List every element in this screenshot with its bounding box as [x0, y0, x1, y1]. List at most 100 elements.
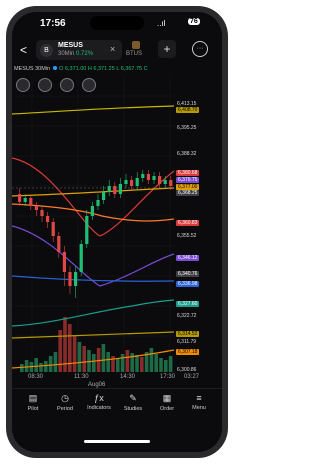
settings-tool-icon[interactable]	[82, 78, 96, 92]
volume-bar	[34, 358, 38, 372]
time-tick: 11:30	[74, 374, 89, 380]
tab-mesus[interactable]: B MESUS 30Min 0.72% ×	[36, 40, 122, 60]
candle-body	[146, 174, 150, 180]
volume-bar	[159, 358, 163, 372]
volume-bar	[77, 342, 82, 372]
candle-body	[141, 174, 145, 178]
chart-grid	[12, 76, 174, 376]
candle-body	[102, 192, 106, 200]
nav-indicators[interactable]: ƒx Indicators	[84, 393, 114, 411]
volume-bar	[164, 360, 168, 372]
tab-btus-label: BTUS	[126, 51, 143, 57]
tab-btus[interactable]: BTUS	[126, 40, 150, 60]
top-toolbar: < B MESUS 30Min 0.72% × BTUS + ···	[12, 38, 222, 64]
volume-bar	[154, 354, 158, 372]
candle-body	[107, 186, 111, 192]
price-chart[interactable]: 6,413.15 6,408.70 6,395.25 6,388.32 6,380.68…	[12, 76, 222, 406]
candle-countdown: 03:27	[184, 374, 200, 380]
clock: 17:56	[40, 18, 66, 29]
volume-bar	[149, 348, 154, 372]
status-bar: 17:56 ..ıl 76	[12, 12, 222, 36]
nav-pilot[interactable]: ▤ Pilot	[18, 393, 48, 412]
price-label: 6,340.76	[176, 271, 200, 277]
price-label: 6,379.75	[176, 177, 200, 183]
volume-bar	[116, 358, 120, 372]
price-label: 6,311.79	[177, 339, 197, 345]
candle-body	[46, 216, 50, 222]
price-label: 6,336.98	[176, 281, 200, 287]
candle-body	[96, 200, 100, 206]
candle-body	[118, 184, 122, 194]
price-label: 6,346.12	[176, 255, 200, 261]
volume-bars	[20, 317, 173, 372]
volume-bar	[140, 357, 144, 372]
volume-bar	[39, 363, 43, 372]
nav-label: Studies	[123, 406, 143, 412]
volume-bar	[72, 336, 77, 372]
candle-body	[68, 272, 72, 286]
nav-period[interactable]: ◷ Period	[50, 393, 80, 412]
price-label: 6,380.68	[176, 170, 200, 176]
move-tool-icon[interactable]	[38, 78, 52, 92]
price-label: 6,307.18	[176, 349, 200, 355]
back-button[interactable]: <	[20, 43, 27, 57]
price-label: 6,355.52	[177, 233, 197, 239]
volume-bar	[82, 346, 86, 372]
price-label: 6,408.70	[176, 107, 200, 113]
order-icon: ▦	[162, 393, 172, 403]
candle-body	[158, 176, 162, 184]
candle-body	[152, 176, 156, 180]
price-label: 6,395.25	[177, 125, 197, 131]
btus-icon	[132, 41, 140, 49]
add-tab-button[interactable]: +	[158, 40, 176, 58]
volume-bar	[168, 356, 173, 372]
nav-label: Pilot	[27, 406, 39, 412]
info-dot-icon	[52, 66, 57, 70]
ohlc-info-bar: MESUS 30Min O 6,371.00 H 6,371.25 L 6,36…	[14, 66, 220, 76]
app-screen: 17:56 ..ıl 76 < B MESUS 30Min 0.72% × BT…	[12, 12, 222, 452]
candle-body	[79, 244, 83, 272]
bottom-nav: ▤ Pilot ◷ Period ƒx Indicators ✎ Studies ▦ Or…	[12, 388, 222, 429]
price-label: 6,322.72	[177, 313, 197, 319]
volume-bar	[92, 354, 96, 372]
indicators-icon: ƒx	[94, 393, 104, 403]
candle-body	[74, 272, 78, 286]
candle-body	[34, 206, 38, 210]
time-tick: 17:30	[160, 374, 176, 380]
price-label: 6,314.52	[176, 331, 200, 337]
price-label: 6,300.86	[177, 367, 197, 373]
candle-body	[51, 222, 55, 236]
volume-bar	[106, 352, 110, 372]
candle-body	[169, 180, 173, 186]
volume-bar	[130, 353, 134, 372]
symbol-sub: 30Min 0.72%	[58, 51, 94, 57]
indicator-line	[12, 105, 175, 115]
close-tab-icon[interactable]: ×	[110, 44, 115, 54]
more-options-icon[interactable]: ···	[192, 41, 208, 57]
nav-label: Menu	[192, 405, 206, 411]
volume-bar	[101, 344, 106, 372]
indicator-line	[12, 225, 175, 287]
crosshair-tool-icon[interactable]	[16, 78, 30, 92]
indicator-line	[12, 331, 175, 339]
candle-body	[135, 178, 139, 186]
symbol-badge-icon: B	[40, 44, 53, 57]
studies-icon: ✎	[129, 393, 137, 403]
nav-studies[interactable]: ✎ Studies	[118, 393, 148, 412]
period-icon: ◷	[61, 393, 69, 403]
candle-body	[57, 236, 61, 252]
nav-label: Order	[159, 406, 175, 412]
nav-order[interactable]: ▦ Order	[152, 393, 182, 412]
volume-bar	[135, 355, 139, 372]
volume-bar	[24, 360, 29, 372]
layout-tool-icon[interactable]	[60, 78, 74, 92]
indicator-line	[12, 157, 175, 237]
candle-body	[113, 186, 117, 194]
nav-menu[interactable]: ≡ Menu	[184, 393, 214, 411]
signal-icon: ..ıl	[157, 19, 166, 28]
menu-icon: ≡	[196, 393, 202, 403]
home-indicator	[84, 440, 150, 443]
info-values: O 6,371.00 H 6,371.25 L 6,367.75 C	[59, 66, 148, 72]
volume-bar	[53, 352, 58, 372]
indicator-line	[12, 299, 175, 327]
